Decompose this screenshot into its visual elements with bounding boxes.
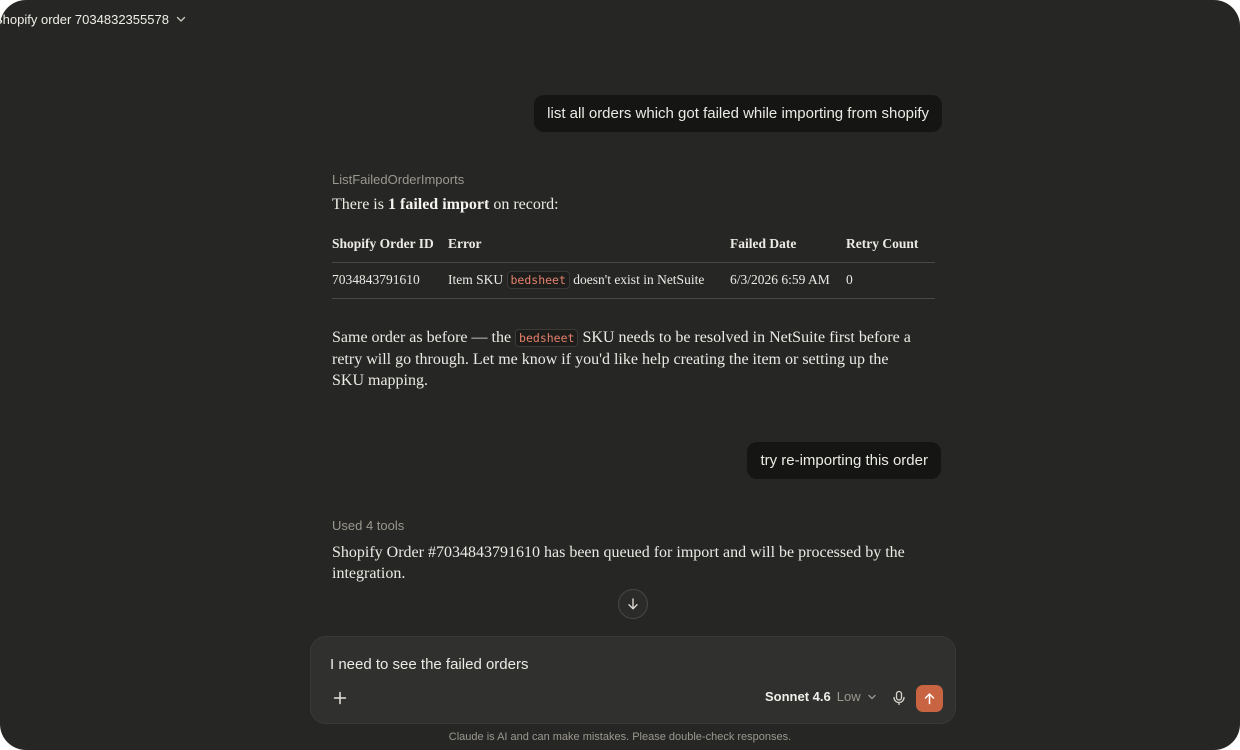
assistant-reply: Shopify Order #7034843791610 has been qu… bbox=[332, 544, 905, 582]
arrow-down-icon bbox=[628, 598, 638, 610]
failed-orders-table: Shopify Order ID Error Failed Date Retry… bbox=[332, 228, 935, 299]
sku-code: bedsheet bbox=[515, 329, 579, 347]
failed-date-cell: 6/3/2026 6:59 AM bbox=[730, 262, 846, 299]
send-button[interactable] bbox=[916, 685, 943, 712]
voice-input-button[interactable] bbox=[888, 687, 910, 709]
disclaimer-text: Claude is AI and can make mistakes. Plea… bbox=[448, 731, 792, 743]
followup-prefix: Same order as before — the bbox=[332, 329, 516, 346]
intro-prefix: There is bbox=[332, 196, 388, 213]
sku-code: bedsheet bbox=[506, 271, 570, 289]
user-message: try re-importing this order bbox=[747, 442, 941, 479]
add-attachment-button[interactable] bbox=[329, 687, 351, 709]
column-header: Retry Count bbox=[846, 228, 935, 263]
tool-call-label[interactable]: ListFailedOrderImports bbox=[332, 172, 464, 187]
error-cell: Item SKU bedsheet doesn't exist in NetSu… bbox=[448, 262, 730, 299]
scroll-to-bottom-button[interactable] bbox=[618, 589, 648, 619]
assistant-intro: There is 1 failed import on record: bbox=[332, 196, 559, 214]
error-suffix: doesn't exist in NetSuite bbox=[569, 272, 705, 287]
app-window: Shopify order 7034832355578 list all ord… bbox=[0, 0, 1240, 750]
table-row: 7034843791610 Item SKU bedsheet doesn't … bbox=[332, 262, 935, 299]
intro-bold: 1 failed import bbox=[387, 196, 490, 213]
tools-used-label[interactable]: Used 4 tools bbox=[332, 518, 404, 533]
model-name: Sonnet 4.6 bbox=[765, 689, 831, 704]
message-input[interactable]: I need to see the failed orders bbox=[330, 656, 528, 673]
message-composer: I need to see the failed orders Sonnet 4… bbox=[310, 636, 956, 724]
user-message: list all orders which got failed while i… bbox=[534, 95, 942, 132]
arrow-up-icon bbox=[924, 693, 935, 705]
error-prefix: Item SKU bbox=[448, 272, 507, 287]
column-header: Error bbox=[448, 228, 730, 263]
plus-icon bbox=[333, 691, 347, 705]
conversation-title: Shopify order 7034832355578 bbox=[0, 11, 169, 27]
assistant-followup: Same order as before — the bedsheet SKU … bbox=[332, 327, 922, 391]
table-header-row: Shopify Order ID Error Failed Date Retry… bbox=[332, 228, 935, 263]
column-header: Failed Date bbox=[730, 228, 846, 263]
conversation-title-dropdown[interactable]: Shopify order 7034832355578 bbox=[0, 8, 187, 30]
intro-suffix: on record: bbox=[489, 196, 559, 213]
order-id-cell: 7034843791610 bbox=[332, 262, 448, 299]
column-header: Shopify Order ID bbox=[332, 228, 448, 263]
microphone-icon bbox=[893, 690, 905, 706]
effort-level: Low bbox=[836, 689, 861, 704]
chevron-down-icon bbox=[867, 694, 876, 699]
retry-count-cell: 0 bbox=[846, 262, 935, 299]
chevron-down-icon bbox=[175, 13, 187, 25]
model-selector[interactable]: Sonnet 4.6 Low bbox=[765, 689, 877, 704]
